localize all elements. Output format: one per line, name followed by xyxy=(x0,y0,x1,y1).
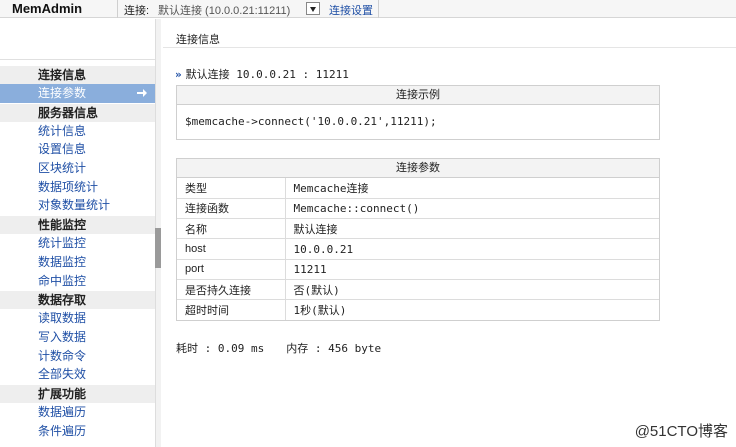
arrow-right-icon xyxy=(137,89,147,97)
sidebar-item[interactable]: 读取数据 xyxy=(0,309,155,328)
sidebar-section-header: 连接信息 xyxy=(0,65,155,84)
sidebar-item-label: 写入数据 xyxy=(38,329,87,344)
sidebar-item-label: 计数命令 xyxy=(38,348,87,363)
sidebar-item[interactable]: 写入数据 xyxy=(0,328,155,347)
divider xyxy=(163,47,736,48)
param-key: 是否持久连接 xyxy=(177,278,286,300)
divider xyxy=(378,0,379,18)
sidebar-menu: 连接信息连接参数服务器信息 统计信息设置信息区块统计数据项统计对象数量统计性能监控… xyxy=(0,65,155,440)
sidebar-item-label: 数据监控 xyxy=(38,254,87,269)
sidebar-item[interactable]: 设置信息 xyxy=(0,140,155,159)
param-value: Memcache::connect() xyxy=(285,197,659,219)
watermark: @51CTO博客 xyxy=(634,423,728,440)
param-key: 名称 xyxy=(177,218,286,239)
param-value: 10.0.0.21 xyxy=(285,238,659,260)
connection-example-title: 连接示例 xyxy=(177,86,659,105)
table-row: 连接函数 Memcache::connect() xyxy=(177,197,659,219)
param-value: 1秒(默认) xyxy=(285,299,659,321)
connection-settings-link[interactable]: 连接设置 xyxy=(329,2,373,18)
divider xyxy=(117,0,118,18)
connection-params-table: 类型 Memcache连接 连接函数 Memcache::connect() 名称 默认连… xyxy=(177,178,659,321)
top-bar: MemAdmin 连接: 默认连接 (10.0.0.21:11211) 连接设置 xyxy=(0,0,736,18)
table-row: host 10.0.0.21 xyxy=(177,238,659,260)
sidebar-item-label: 对象数量统计 xyxy=(38,198,111,213)
sidebar-item-label: 数据遍历 xyxy=(38,404,87,419)
param-value: 否(默认) xyxy=(285,278,659,300)
divider xyxy=(0,59,155,60)
sidebar-item-label: 读取数据 xyxy=(38,311,87,326)
sidebar-item[interactable]: 区块统计 xyxy=(0,159,155,178)
param-key: 连接函数 xyxy=(177,197,286,219)
sidebar-item[interactable]: 数据监控 xyxy=(0,253,155,272)
sidebar-scrollbar-thumb[interactable] xyxy=(155,228,161,268)
param-value: Memcache连接 xyxy=(293,181,369,195)
sidebar-item[interactable]: 连接参数 xyxy=(0,84,155,103)
app-title: MemAdmin xyxy=(12,1,83,16)
sidebar-item-label: 统计信息 xyxy=(38,123,87,138)
double-chevron-right-icon: » xyxy=(175,68,182,81)
sidebar-section-header: 扩展功能 xyxy=(0,383,155,403)
chevron-down-icon[interactable] xyxy=(306,2,320,15)
param-key: 超时时间 xyxy=(177,299,286,321)
sidebar-item-label: 设置信息 xyxy=(38,142,87,157)
table-row: 是否持久连接 否(默认) xyxy=(177,278,659,300)
param-key: port xyxy=(177,258,286,280)
default-connection-line: » 默认连接 10.0.0.21 : 11211 xyxy=(175,66,349,82)
sidebar-item-label: 数据项统计 xyxy=(38,179,99,194)
param-key: 类型 xyxy=(177,178,286,199)
table-row: 超时时间 1秒(默认) xyxy=(177,299,659,321)
sidebar-item[interactable]: 计数命令 xyxy=(0,347,155,366)
table-row: port 11211 xyxy=(177,258,659,280)
sidebar-item[interactable]: 数据项统计 xyxy=(0,178,155,197)
sidebar-item[interactable]: 数据遍历 xyxy=(0,403,155,422)
sidebar-item[interactable]: 全部失效 xyxy=(0,365,155,384)
sidebar-item-label: 统计监控 xyxy=(38,236,87,251)
sidebar: 连接信息连接参数服务器信息 统计信息设置信息区块统计数据项统计对象数量统计性能监控… xyxy=(0,19,155,447)
connection-params-title: 连接参数 xyxy=(177,159,659,178)
sidebar-item-label: 命中监控 xyxy=(38,273,87,288)
sidebar-section-header: 数据存取 xyxy=(0,290,155,310)
stats-line: 耗时 : 0.09 ms 内存 : 456 byte xyxy=(176,340,381,356)
main-content: 连接信息 » 默认连接 10.0.0.21 : 11211 连接示例 $memca… xyxy=(163,19,736,447)
sidebar-item[interactable]: 统计信息 xyxy=(0,122,155,141)
table-row: 名称 默认连接 xyxy=(177,218,659,239)
time-stat: 耗时 : 0.09 ms xyxy=(176,342,265,355)
sidebar-section-header: 服务器信息 xyxy=(0,102,155,122)
sidebar-item-label: 全部失效 xyxy=(38,367,87,382)
sidebar-item[interactable]: 统计监控 xyxy=(0,234,155,253)
sidebar-item-label: 条件遍历 xyxy=(38,423,87,438)
connection-example-box: 连接示例 $memcache->connect('10.0.0.21',1121… xyxy=(176,85,660,140)
sidebar-section-header: 性能监控 xyxy=(0,215,155,235)
connection-label: 连接: xyxy=(124,5,150,17)
default-connection-text: 默认连接 10.0.0.21 : 11211 xyxy=(185,68,349,81)
table-row: 类型 Memcache连接 xyxy=(177,178,659,199)
connection-select-value[interactable]: 默认连接 (10.0.0.21:11211) xyxy=(158,2,290,18)
param-value: 11211 xyxy=(285,258,659,280)
sidebar-item[interactable]: 条件遍历 xyxy=(0,422,155,441)
memory-stat: 内存 : 456 byte xyxy=(286,342,382,355)
param-key: host xyxy=(177,238,286,260)
sidebar-item-label: 连接参数 xyxy=(38,86,87,100)
connection-example-code: $memcache->connect('10.0.0.21',11211); xyxy=(185,115,437,128)
page-title: 连接信息 xyxy=(176,34,220,46)
sidebar-item-label: 区块统计 xyxy=(38,161,87,176)
param-value: 默认连接 xyxy=(285,218,659,239)
sidebar-item[interactable]: 对象数量统计 xyxy=(0,196,155,215)
connection-params-box: 连接参数 类型 Memcache连接 连接函数 Memcache::connect()… xyxy=(176,158,660,322)
sidebar-item[interactable]: 命中监控 xyxy=(0,272,155,291)
